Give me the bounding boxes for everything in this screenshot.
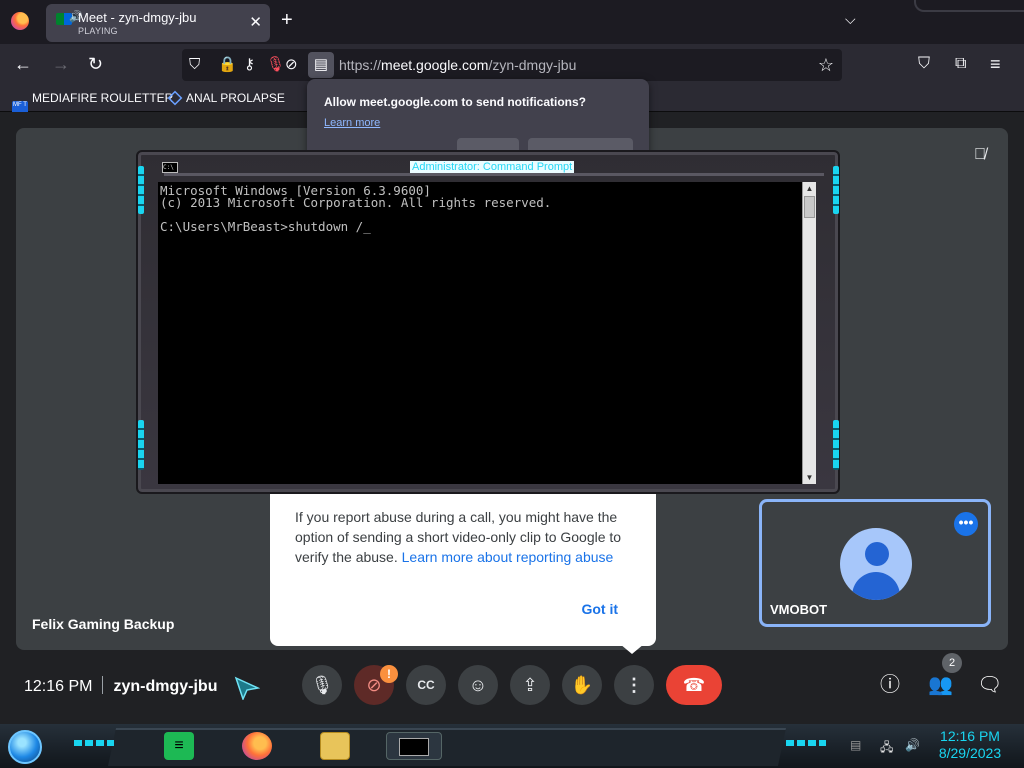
taskbar-glow-left <box>74 740 114 746</box>
tab-close-icon[interactable]: ✕ <box>249 13 262 31</box>
cmd-scrollbar[interactable]: ▲ ▼ <box>802 182 816 484</box>
pocket-icon[interactable]: ⛉ <box>918 53 930 75</box>
taskbar-firefox-icon[interactable] <box>242 732 272 760</box>
windows-taskbar: ≡ ▤ 🖧 🔊 <box>0 724 1024 768</box>
microphone-icon: 🎙 <box>310 675 334 695</box>
present-screen-icon: ⇪ <box>522 675 538 695</box>
scroll-up-arrow-icon[interactable]: ▲ <box>803 182 816 195</box>
learn-more-reporting-link[interactable]: Learn more about reporting abuse <box>402 549 614 565</box>
camera-off-icon: ⊘ <box>366 675 382 695</box>
emoji-icon: ☺ <box>468 675 488 695</box>
frame-glow-left-top <box>138 166 144 214</box>
cursor-arrow-logo-icon <box>234 676 260 700</box>
back-arrow-icon[interactable]: ← <box>14 53 32 75</box>
dialog-pointer <box>620 644 644 654</box>
people-count-badge: 2 <box>942 653 962 673</box>
cmd-console-output[interactable]: Microsoft Windows [Version 6.3.9600] (c)… <box>158 182 802 484</box>
taskbar-spotify-icon[interactable]: ≡ <box>164 732 194 760</box>
forward-arrow-icon[interactable]: → <box>52 53 70 75</box>
abuse-info-dialog: If you report abuse during a call, you m… <box>270 472 656 646</box>
frame-glow-left-bottom <box>138 420 144 470</box>
bookmark-second[interactable]: ANAL PROLAPSE <box>167 90 285 106</box>
end-call-button[interactable]: ☎ <box>666 665 722 705</box>
microphone-button[interactable]: 🎙 <box>302 665 342 705</box>
browser-tab-bar: 🔊 Meet - zyn-dmgy-jbu PLAYING ✕ + ⌵ <box>0 0 1024 44</box>
got-it-button[interactable]: Got it <box>581 601 618 617</box>
reload-icon[interactable]: ↻ <box>88 53 103 75</box>
clock-date: 8/29/2023 <box>938 745 1002 761</box>
app-menu-icon[interactable]: ≡ <box>990 53 1001 75</box>
start-orb-icon[interactable] <box>8 730 42 764</box>
taskbar-glow-right <box>786 740 826 746</box>
taskbar-cmd-icon[interactable] <box>386 732 442 760</box>
meeting-info: 12:16 PM zyn-dmgy-jbu <box>24 676 217 696</box>
notification-learn-more-link[interactable]: Learn more <box>324 117 380 129</box>
notification-permission-icon[interactable]: ▤ <box>308 52 334 78</box>
volume-icon[interactable]: 🔊 <box>905 738 920 752</box>
network-icon[interactable]: 🖧 <box>880 738 893 759</box>
meeting-code: zyn-dmgy-jbu <box>113 678 218 695</box>
tab-bar-decoration <box>914 0 1024 12</box>
captions-icon: CC <box>417 678 435 692</box>
cmd-window-icon[interactable]: C:\ <box>162 162 178 173</box>
notification-question: Allow meet.google.com to send notificati… <box>324 95 587 109</box>
taskbar-file-explorer-icon[interactable] <box>320 732 350 760</box>
frame-glow-right-top <box>833 166 839 214</box>
more-options-button[interactable]: ⋮ <box>614 665 654 705</box>
tab-title: Meet - zyn-dmgy-jbu <box>78 10 197 25</box>
captions-button[interactable]: CC <box>406 665 446 705</box>
bookmark-diamond-icon <box>167 90 183 106</box>
lock-icon[interactable]: 🔒 <box>218 56 237 74</box>
cmd-window-title: Administrator: Command Prompt <box>410 161 575 173</box>
show-hidden-icons-icon[interactable]: ▤ <box>850 738 861 752</box>
camera-blocked-icon[interactable]: ⊘ <box>285 56 298 74</box>
system-clock[interactable]: 12:16 PM 8/29/2023 <box>930 728 1010 762</box>
tracking-shield-icon[interactable]: ⛉ <box>189 56 200 74</box>
meeting-details-icon[interactable]: ⓘ <box>880 672 900 698</box>
taskbar-plate <box>107 728 787 766</box>
more-vertical-icon: ⋮ <box>625 675 643 695</box>
participant-tile-self[interactable]: ••• VMOBOT <box>759 499 991 627</box>
hand-icon: ✋ <box>570 675 594 695</box>
new-tab-button[interactable]: + <box>281 10 293 30</box>
scroll-down-arrow-icon[interactable]: ▼ <box>803 471 816 484</box>
bookmark-star-icon[interactable]: ☆ <box>818 55 834 76</box>
stage-participant-name: Felix Gaming Backup <box>32 616 175 632</box>
scroll-thumb[interactable] <box>804 196 815 218</box>
list-all-tabs-chevron-icon[interactable]: ⌵ <box>845 11 856 28</box>
microphone-in-use-icon[interactable]: 🎙 <box>266 56 285 74</box>
participant-name: VMOBOT <box>770 602 828 617</box>
tile-more-options-icon[interactable]: ••• <box>954 512 978 536</box>
avatar <box>840 528 912 600</box>
firefox-menu-icon[interactable] <box>11 12 29 30</box>
address-bar[interactable]: ⛉ 🔒 ⚷ 🎙 ⊘ ▤ https://meet.google.com/zyn-… <box>182 49 842 81</box>
raise-hand-button[interactable]: ✋ <box>562 665 602 705</box>
present-screen-button[interactable]: ⇪ <box>510 665 550 705</box>
chat-icon[interactable]: 🗨 <box>977 672 1002 698</box>
screen: 🔊 Meet - zyn-dmgy-jbu PLAYING ✕ + ⌵ ← → … <box>0 0 1024 768</box>
permissions-key-icon[interactable]: ⚷ <box>244 56 255 74</box>
frame-glow-right-bottom <box>833 420 839 470</box>
camera-warning-badge: ! <box>380 665 398 683</box>
extensions-icon[interactable]: ⧉ <box>955 53 966 75</box>
url-text[interactable]: https://meet.google.com/zyn-dmgy-jbu <box>339 57 576 73</box>
emoji-reaction-button[interactable]: ☺ <box>458 665 498 705</box>
tab-playing-label: PLAYING <box>78 26 118 36</box>
meeting-time: 12:16 PM <box>24 678 93 695</box>
browser-tab-meet[interactable]: 🔊 Meet - zyn-dmgy-jbu PLAYING ✕ <box>46 4 270 42</box>
clock-time: 12:16 PM <box>940 728 1000 744</box>
people-icon[interactable]: 👥 <box>928 672 953 698</box>
stage-mic-off-icon: 🎙̸ <box>974 146 986 163</box>
hang-up-icon: ☎ <box>682 675 706 695</box>
abuse-info-text: If you report abuse during a call, you m… <box>295 509 622 565</box>
